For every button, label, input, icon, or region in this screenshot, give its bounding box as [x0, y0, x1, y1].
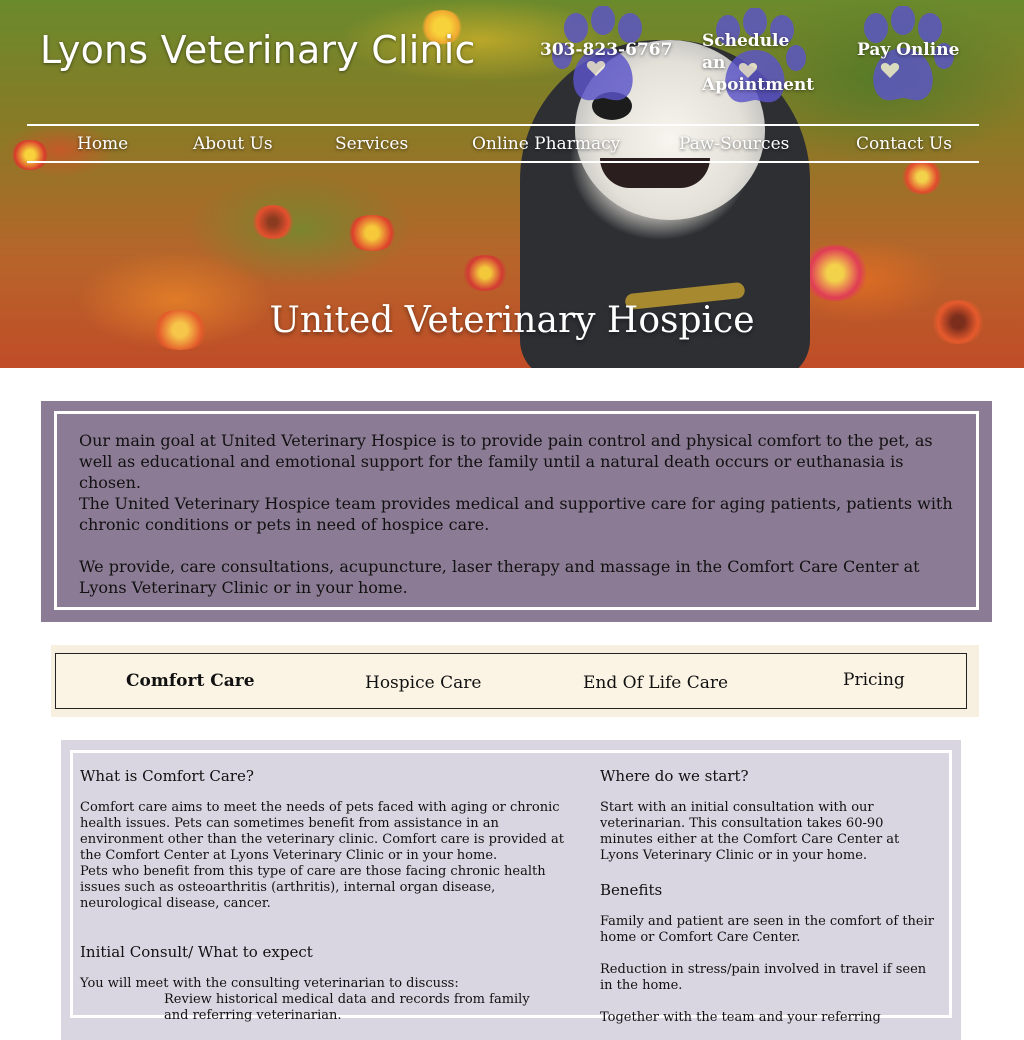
nav-item-contact-us[interactable]: Contact Us [856, 134, 952, 154]
nav-item-paw-sources[interactable]: Paw-Sources [679, 134, 789, 154]
care-tabs: Comfort Care Hospice Care End Of Life Ca… [55, 653, 967, 709]
care-tabs-container: Comfort Care Hospice Care End Of Life Ca… [51, 645, 979, 717]
intro-panel: Our main goal at United Veterinary Hospi… [41, 401, 992, 622]
hero-banner: Lyons Veterinary Clinic 303-823-6767 Sch… [0, 0, 1024, 368]
intro-paragraph: We provide, care consultations, acupunct… [79, 557, 920, 597]
section-heading: Initial Consult/ What to expect [80, 943, 313, 961]
tab-pricing[interactable]: Pricing [843, 670, 905, 690]
page-title: United Veterinary Hospice [269, 300, 755, 341]
flower-decoration [460, 255, 510, 291]
comfort-care-content: What is Comfort Care? Comfort care aims … [61, 740, 961, 1040]
pay-online-link[interactable]: Pay Online [857, 40, 959, 60]
section-heading: What is Comfort Care? [80, 767, 254, 785]
tab-hospice-care[interactable]: Hospice Care [365, 673, 481, 693]
content-paragraph: You will meet with the consulting veteri… [80, 976, 459, 991]
section-heading: Where do we start? [600, 767, 749, 785]
content-paragraph: Start with an initial consultation with … [600, 800, 900, 863]
intro-text: Our main goal at United Veterinary Hospi… [79, 430, 959, 598]
flower-decoration [250, 205, 296, 239]
main-navigation: Home About Us Services Online Pharmacy P… [27, 134, 979, 156]
clinic-logo-text[interactable]: Lyons Veterinary Clinic [40, 28, 476, 72]
flower-decoration [800, 245, 870, 301]
section-heading: Benefits [600, 881, 663, 899]
nav-item-online-pharmacy[interactable]: Online Pharmacy [472, 134, 620, 154]
content-paragraph: Pets who benefit from this type of care … [80, 864, 546, 911]
schedule-appointment-link[interactable]: Schedule an Apointment [702, 30, 814, 96]
content-paragraph: Reduction in stress/pain involved in tra… [600, 962, 927, 993]
tab-comfort-care[interactable]: Comfort Care [126, 671, 255, 691]
content-left-column: What is Comfort Care? Comfort care aims … [80, 766, 580, 1024]
intro-frame: Our main goal at United Veterinary Hospi… [54, 411, 979, 610]
content-right-column: Where do we start? Start with an initial… [600, 766, 940, 1026]
nav-divider-bottom [27, 161, 979, 163]
intro-paragraph: The United Veterinary Hospice team provi… [79, 494, 953, 534]
list-item: Review historical medical data and recor… [164, 992, 530, 1023]
nav-item-home[interactable]: Home [77, 134, 128, 154]
nav-divider-top [27, 124, 979, 126]
tab-end-of-life-care[interactable]: End Of Life Care [583, 673, 728, 693]
nav-item-services[interactable]: Services [335, 134, 408, 154]
flower-decoration [900, 160, 944, 194]
flower-decoration [345, 215, 399, 251]
content-paragraph: Family and patient are seen in the comfo… [600, 914, 934, 945]
phone-number-link[interactable]: 303-823-6767 [540, 40, 672, 60]
intro-paragraph: Our main goal at United Veterinary Hospi… [79, 431, 933, 492]
content-paragraph: Comfort care aims to meet the needs of p… [80, 800, 564, 863]
nav-item-about-us[interactable]: About Us [193, 134, 273, 154]
